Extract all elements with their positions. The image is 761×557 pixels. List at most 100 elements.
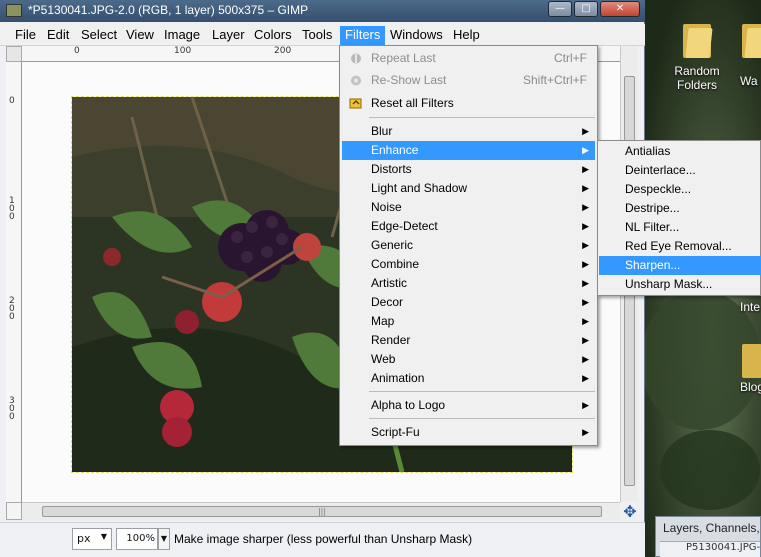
- menu-item-label: Unsharp Mask...: [625, 277, 713, 291]
- menu-item-light-and-shadow[interactable]: Light and Shadow ▶: [342, 179, 595, 198]
- menu-item-distorts[interactable]: Distorts ▶: [342, 160, 595, 179]
- zoom-dropdown-button[interactable]: ▼: [158, 528, 170, 550]
- submenu-arrow-icon: ▶: [582, 400, 589, 410]
- submenu-arrow-icon: ▶: [582, 240, 589, 250]
- close-icon: ✕: [615, 3, 625, 14]
- navigate-icon[interactable]: ✥: [620, 502, 640, 522]
- folder-icon: [740, 20, 761, 60]
- desktop-icon-label: Inte: [740, 300, 761, 314]
- desktop-icon-partial-1[interactable]: Wa: [740, 20, 761, 88]
- menu-item-noise[interactable]: Noise ▶: [342, 198, 595, 217]
- horizontal-scrollbar[interactable]: |||: [22, 502, 620, 520]
- menu-item-label: Edge-Detect: [371, 219, 438, 233]
- layers-dock-image-selector[interactable]: P5130041.JPG-2: [660, 541, 760, 557]
- desktop-icon-partial-2[interactable]: Inte: [740, 300, 761, 314]
- quick-mask-toggle[interactable]: [6, 502, 22, 520]
- menu-item-deinterlace[interactable]: Deinterlace...: [599, 161, 761, 180]
- menu-layer[interactable]: Layer: [207, 26, 250, 45]
- menu-separator: [369, 391, 595, 392]
- menu-item-label: Combine: [371, 257, 420, 271]
- menu-windows[interactable]: Windows: [385, 26, 448, 45]
- zoom-input[interactable]: 100%: [116, 528, 158, 550]
- menu-item-antialias[interactable]: Antialias: [599, 142, 761, 161]
- menu-item-map[interactable]: Map ▶: [342, 312, 595, 331]
- menu-separator: [369, 117, 595, 118]
- menu-item-label: Enhance: [371, 143, 419, 157]
- ruler-label: 100: [174, 46, 192, 56]
- repeat-icon: [351, 53, 361, 64]
- menu-item-enhance[interactable]: Enhance ▶: [342, 141, 595, 160]
- folder-icon: [681, 20, 713, 60]
- menu-separator: [369, 418, 595, 419]
- ruler-corner[interactable]: [6, 46, 22, 62]
- minimize-button[interactable]: —: [548, 1, 572, 17]
- layers-dock-window[interactable]: Layers, Channels, P P5130041.JPG-2: [655, 516, 761, 557]
- submenu-arrow-icon: ▶: [582, 373, 589, 383]
- menu-item-sharpen[interactable]: Sharpen...: [599, 256, 761, 275]
- menu-item-label: Artistic: [371, 276, 407, 290]
- menu-item-render[interactable]: Render ▶: [342, 331, 595, 350]
- menu-item-nl-filter[interactable]: NL Filter...: [599, 218, 761, 237]
- menu-view[interactable]: View: [121, 26, 159, 45]
- close-button[interactable]: ✕: [600, 1, 640, 17]
- menu-item-red-eye-removal[interactable]: Red Eye Removal...: [599, 237, 761, 256]
- menu-item-script-fu[interactable]: Script-Fu ▶: [342, 423, 595, 442]
- submenu-arrow-icon: ▶: [582, 354, 589, 364]
- submenu-arrow-icon: ▶: [582, 427, 589, 437]
- menu-item-decor[interactable]: Decor ▶: [342, 293, 595, 312]
- menu-item-label: Antialias: [625, 144, 671, 158]
- desktop-icon-label: Random Folders: [674, 64, 720, 92]
- chevron-down-icon: ▼: [100, 532, 107, 541]
- unit-value: px: [77, 532, 91, 545]
- submenu-arrow-icon: ▶: [582, 335, 589, 345]
- menu-filters[interactable]: Filters: [340, 26, 386, 45]
- status-message: Make image sharper (less powerful than U…: [174, 532, 473, 546]
- menu-item-alpha-to-logo[interactable]: Alpha to Logo ▶: [342, 396, 595, 415]
- menu-item-animation[interactable]: Animation ▶: [342, 369, 595, 388]
- menu-item-label: Deinterlace...: [625, 163, 696, 177]
- unit-select[interactable]: px ▼: [72, 528, 112, 550]
- menu-item-despeckle[interactable]: Despeckle...: [599, 180, 761, 199]
- menu-image[interactable]: Image: [159, 26, 205, 45]
- desktop-icon-partial-3[interactable]: Blog: [740, 340, 761, 394]
- menu-item-destripe[interactable]: Destripe...: [599, 199, 761, 218]
- maximize-button[interactable]: □: [574, 1, 598, 17]
- submenu-arrow-icon: ▶: [582, 297, 589, 307]
- reshow-icon: [351, 75, 361, 86]
- menu-help[interactable]: Help: [448, 26, 485, 45]
- menu-item-unsharp-mask[interactable]: Unsharp Mask...: [599, 275, 761, 294]
- menu-select[interactable]: Select: [76, 26, 122, 45]
- submenu-arrow-icon: ▶: [582, 126, 589, 136]
- menu-file[interactable]: File: [10, 26, 41, 45]
- submenu-arrow-icon: ▶: [582, 278, 589, 288]
- menu-tools[interactable]: Tools: [297, 26, 337, 45]
- menu-colors[interactable]: Colors: [249, 26, 297, 45]
- ruler-label: 200: [9, 296, 15, 322]
- menu-item-web[interactable]: Web ▶: [342, 350, 595, 369]
- menu-shortcut: Ctrl+F: [554, 51, 587, 65]
- submenu-arrow-icon: ▶: [582, 183, 589, 193]
- title-bar[interactable]: *P5130041.JPG-2.0 (RGB, 1 layer) 500x375…: [0, 0, 645, 22]
- menu-item-label: Alpha to Logo: [371, 398, 446, 412]
- menu-item-reshow-last[interactable]: Re-Show Last Shift+Ctrl+F: [342, 71, 595, 90]
- menu-item-combine[interactable]: Combine ▶: [342, 255, 595, 274]
- status-bar: px ▼ 100% ▼ Make image sharper (less pow…: [0, 522, 645, 557]
- menu-item-label: Red Eye Removal...: [625, 239, 732, 253]
- filters-menu: Repeat Last Ctrl+F Re-Show Last Shift+Ct…: [339, 45, 598, 446]
- menu-bar: File Edit Select View Image Layer Colors…: [0, 24, 645, 46]
- menu-item-label: Sharpen...: [625, 258, 681, 272]
- desktop-icon-random-folders[interactable]: Random Folders: [662, 20, 732, 92]
- submenu-arrow-icon: ▶: [582, 221, 589, 231]
- desktop-icon-label: Blog: [740, 380, 761, 394]
- menu-item-edge-detect[interactable]: Edge-Detect ▶: [342, 217, 595, 236]
- menu-item-repeat-last[interactable]: Repeat Last Ctrl+F: [342, 49, 595, 68]
- menu-item-generic[interactable]: Generic ▶: [342, 236, 595, 255]
- maximize-icon: □: [581, 3, 591, 14]
- menu-item-blur[interactable]: Blur ▶: [342, 122, 595, 141]
- menu-item-artistic[interactable]: Artistic ▶: [342, 274, 595, 293]
- desktop-icon-label: Wa: [740, 74, 758, 88]
- menu-edit[interactable]: Edit: [42, 26, 74, 45]
- horizontal-scroll-thumb[interactable]: |||: [42, 506, 602, 517]
- vertical-ruler[interactable]: 0 100 200 300: [6, 62, 22, 502]
- menu-item-reset-all-filters[interactable]: Reset all Filters: [342, 94, 595, 113]
